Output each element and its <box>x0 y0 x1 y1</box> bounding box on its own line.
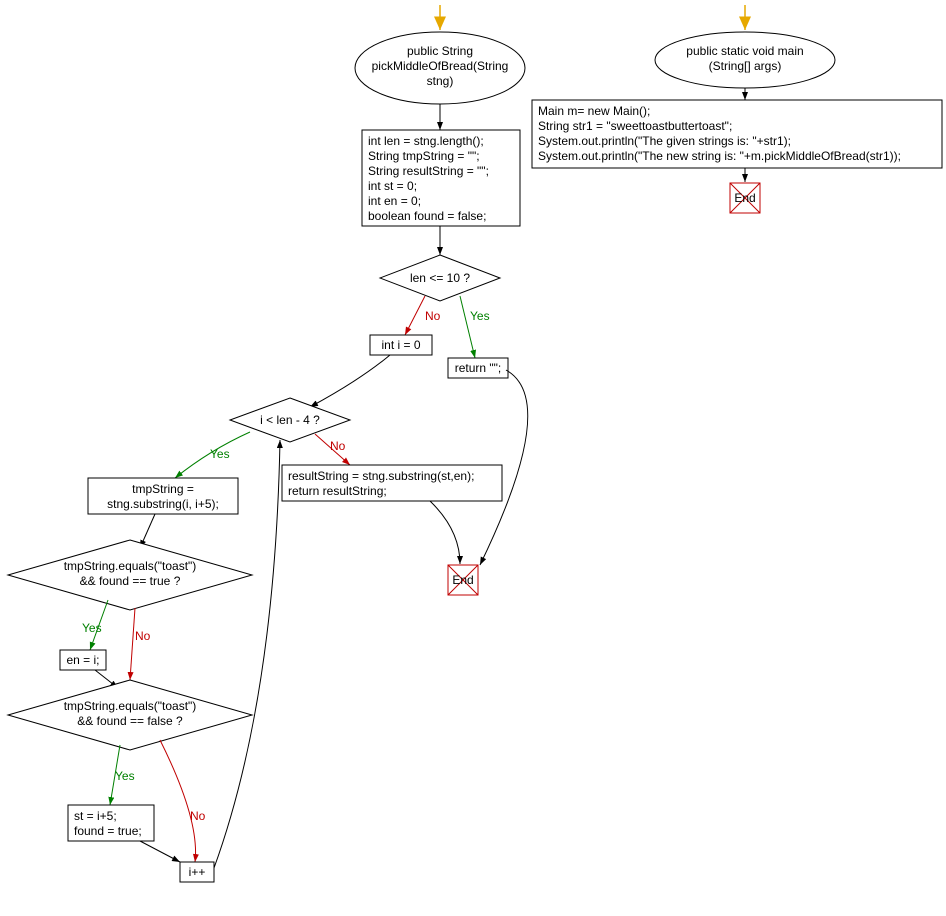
init-line-2: String resultString = ""; <box>368 164 489 178</box>
d1-yes-label: Yes <box>470 309 490 323</box>
d2-no-edge <box>130 608 135 680</box>
main-line-2: System.out.println("The given strings is… <box>538 134 791 148</box>
init-line-5: boolean found = false; <box>368 209 486 223</box>
init-line-3: int st = 0; <box>368 179 417 193</box>
d1-text: len <= 10 ? <box>410 271 470 285</box>
d3-no-edge <box>160 740 196 862</box>
return-empty-text: return ""; <box>455 361 502 375</box>
arrow-tmp-d2 <box>140 514 155 548</box>
arrow-i-loop <box>310 355 390 407</box>
main-line-1: String str1 = "sweettoastbuttertoast"; <box>538 119 732 133</box>
increment-text: i++ <box>189 865 206 879</box>
d3-l1: tmpString.equals("toast") <box>64 699 197 713</box>
end2-label: End <box>734 191 755 205</box>
entry2-line2: (String[] args) <box>709 59 782 73</box>
d3-yes-label: Yes <box>115 769 135 783</box>
d1-no-edge <box>405 296 425 335</box>
d2-yes-label: Yes <box>82 621 102 635</box>
loop-no-label: No <box>330 439 346 453</box>
init-line-4: int en = 0; <box>368 194 421 208</box>
tmp-assign-l1: tmpString = <box>132 482 194 496</box>
result-line-0: resultString = stng.substring(st,en); <box>288 469 474 483</box>
st-assign-l2: found = true; <box>74 824 142 838</box>
init-line-1: String tmpString = ""; <box>368 149 480 163</box>
d3-no-label: No <box>190 809 206 823</box>
d2-l2: && found == true ? <box>80 574 181 588</box>
end-node-2: End <box>730 183 760 213</box>
main-line-3: System.out.println("The new string is: "… <box>538 149 901 163</box>
entry2-line1: public static void main <box>686 44 803 58</box>
en-assign-text: en = i; <box>66 653 99 667</box>
d3-l2: && found == false ? <box>77 714 183 728</box>
main-line-0: Main m= new Main(); <box>538 104 650 118</box>
d1-no-label: No <box>425 309 441 323</box>
init-line-0: int len = stng.length(); <box>368 134 484 148</box>
end-node-1: End <box>448 565 478 595</box>
result-line-1: return resultString; <box>288 484 387 498</box>
entry1-line1: public String <box>407 44 473 58</box>
d2-no-label: No <box>135 629 151 643</box>
loop-yes-label: Yes <box>210 447 230 461</box>
entry1-line3: stng) <box>427 74 454 88</box>
end1-label: End <box>452 573 473 587</box>
tmp-assign-l2: stng.substring(i, i+5); <box>107 497 219 511</box>
arrow-st-inc <box>140 841 180 862</box>
st-assign-l1: st = i+5; <box>74 809 117 823</box>
entry1-line2: pickMiddleOfBread(String <box>372 59 509 73</box>
d2-l1: tmpString.equals("toast") <box>64 559 197 573</box>
flowchart-canvas: public String pickMiddleOfBread(String s… <box>0 0 946 916</box>
loop-cond-text: i < len - 4 ? <box>260 413 320 427</box>
init-i-text: int i = 0 <box>381 338 420 352</box>
arrow-result-end <box>430 501 460 564</box>
d1-yes-edge <box>460 296 475 358</box>
